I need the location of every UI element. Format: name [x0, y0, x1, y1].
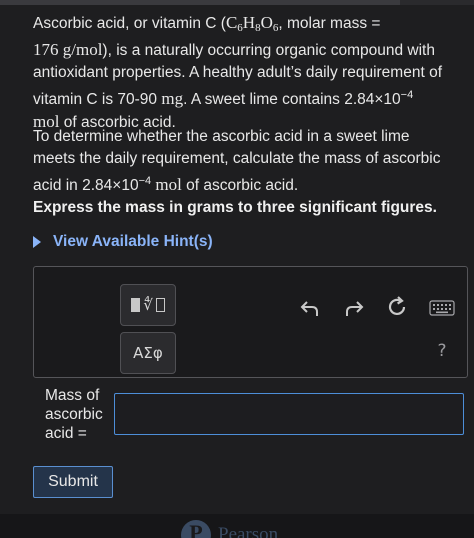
formula-c: C [225, 13, 238, 32]
templates-button[interactable]: ∜ [120, 284, 176, 326]
molar-mass: 176 g/mol [33, 40, 103, 59]
pearson-logo-icon: P [181, 520, 211, 538]
undo-icon[interactable] [298, 296, 322, 320]
reset-icon[interactable] [384, 294, 410, 320]
problem-paragraph-1: Ascorbic acid, or vitamin C (C6H8O6, mol… [33, 12, 443, 134]
top-bar [0, 0, 474, 5]
hint-label: View Available Hint(s) [53, 233, 213, 250]
keyboard-icon[interactable] [429, 300, 455, 316]
brand-name: Pearson [218, 524, 279, 538]
problem-text: of ascorbic acid. [181, 177, 299, 194]
problem-text: Ascorbic acid, or vitamin C ( [33, 15, 226, 32]
greek-symbols-button[interactable]: ΑΣφ [120, 332, 176, 374]
formula-o: O [260, 13, 273, 32]
top-bar-accent [0, 0, 400, 5]
mass-answer-input[interactable] [114, 393, 464, 435]
answer-toolbar-panel: ∜ ΑΣφ ? [33, 266, 468, 378]
problem-text: . A sweet lime contains 2.84×10 [183, 91, 401, 108]
templates-icon: ∜ [131, 296, 165, 314]
formula: C6H8O6 [225, 13, 278, 34]
redo-icon[interactable] [342, 296, 366, 320]
exponent: −4 [400, 89, 414, 101]
exponent: −4 [138, 175, 152, 187]
footer: P Pearson [0, 514, 474, 538]
problem-text: , molar mass = [278, 15, 381, 32]
problem-paragraph-2: To determine whether the ascorbic acid i… [33, 126, 443, 197]
page: Ascorbic acid, or vitamin C (C6H8O6, mol… [0, 0, 474, 538]
expand-triangle-icon [33, 236, 41, 248]
instruction-text: Express the mass in grams to three signi… [33, 199, 437, 216]
answer-label: Mass of ascorbic acid = [45, 387, 103, 442]
help-button[interactable]: ? [432, 339, 452, 363]
unit-mg: mg [161, 89, 184, 108]
view-hints-link[interactable]: View Available Hint(s) [33, 233, 213, 251]
submit-button[interactable]: Submit [33, 466, 113, 498]
formula-h: H [242, 13, 256, 32]
unit-mol: mol [151, 175, 182, 194]
